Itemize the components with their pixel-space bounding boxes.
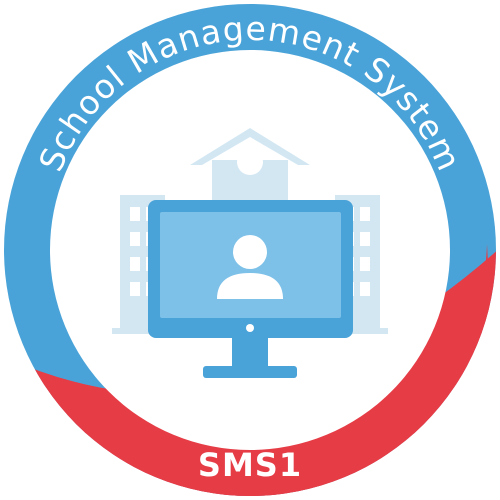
sms-logo-badge: School Management System SMS1 bbox=[0, 0, 500, 500]
monitor-neck bbox=[232, 338, 268, 368]
badge-graphic: School Management System SMS1 bbox=[4, 4, 496, 496]
monitor-stand bbox=[203, 366, 297, 378]
monitor-power-dot bbox=[246, 324, 254, 332]
badge-code-text: SMS1 bbox=[198, 446, 302, 484]
